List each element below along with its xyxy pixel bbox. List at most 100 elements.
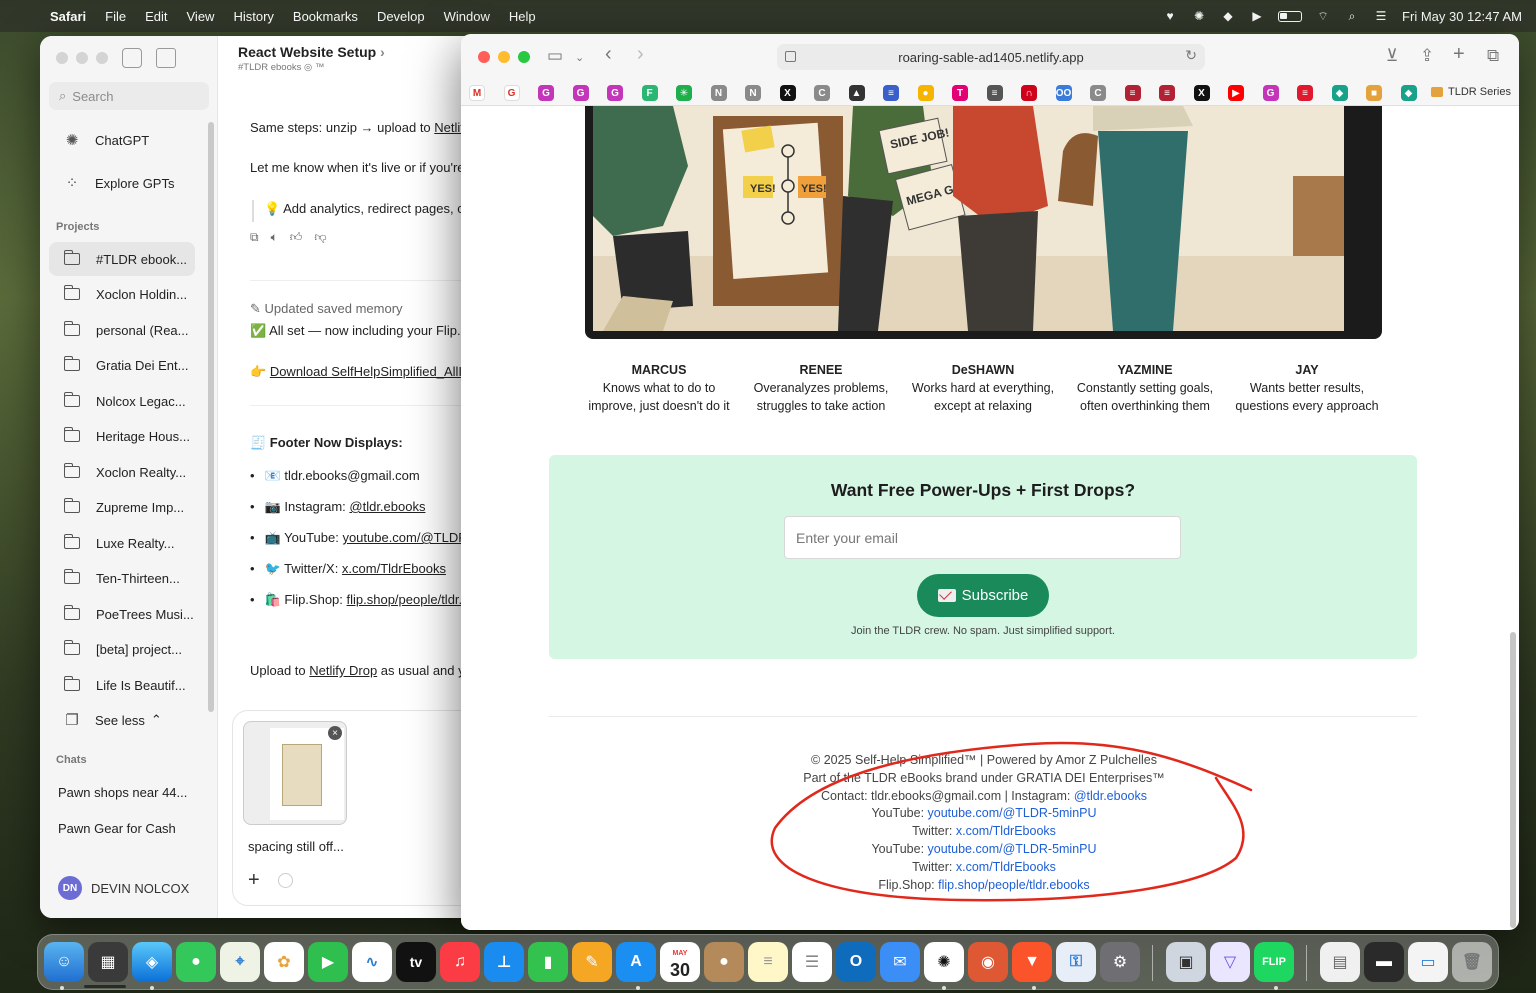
x1-favicon[interactable]: X <box>779 85 796 101</box>
photos-icon[interactable]: ✿ <box>264 942 304 982</box>
safari-icon[interactable]: ◈ <box>132 942 172 982</box>
spotlight-search-icon[interactable]: ⌕ <box>1344 9 1360 23</box>
menu-history[interactable]: History <box>233 9 273 24</box>
control-center-icon[interactable]: ☰ <box>1373 9 1389 23</box>
new-chat-icon[interactable] <box>156 48 176 68</box>
peak-favicon[interactable]: ▲ <box>848 85 865 101</box>
flag-favicon[interactable]: F <box>641 85 658 101</box>
chatgpt-app-icon[interactable]: ✺ <box>924 942 964 982</box>
menu-bookmarks[interactable]: Bookmarks <box>293 9 358 24</box>
facetime-icon[interactable]: ▶ <box>308 942 348 982</box>
project-item[interactable]: Gratia Dei Ent... <box>49 348 195 382</box>
flip-app-icon[interactable]: FLIP <box>1254 942 1294 982</box>
footer-instagram-link[interactable]: @tldr.ebooks <box>1074 789 1147 803</box>
outlook-icon[interactable]: O <box>836 942 876 982</box>
close-window-button[interactable] <box>56 52 68 64</box>
menu-develop[interactable]: Develop <box>377 9 425 24</box>
footer-flipshop-link[interactable]: flip.shop/people/tldr.ebooks <box>938 878 1090 892</box>
battery-icon[interactable] <box>1278 10 1303 22</box>
sidebar-item-explore-gpts[interactable]: ⁘ Explore GPTs <box>49 166 195 200</box>
downloads-icon[interactable]: ⊻ <box>1386 46 1398 66</box>
gmail-favicon[interactable]: M <box>469 85 485 101</box>
sidebar-toggle-icon[interactable]: ▭ <box>547 46 563 66</box>
user-profile[interactable]: DN DEVIN NOLCOX <box>58 876 189 900</box>
chat-item[interactable]: Pawn shops near 44... <box>49 775 195 809</box>
google-favicon[interactable]: G <box>503 85 520 101</box>
share-icon[interactable]: ⇪ <box>1420 46 1434 66</box>
menu-file[interactable]: File <box>105 9 126 24</box>
diamond2-favicon[interactable]: ◆ <box>1400 85 1417 101</box>
download-link[interactable]: Download SelfHelpSimplified_AllI <box>270 364 462 379</box>
n2-favicon[interactable]: N <box>745 85 761 101</box>
project-item[interactable]: Heritage Hous... <box>49 419 195 453</box>
minimize-window-button[interactable] <box>76 52 88 64</box>
shell-favicon[interactable]: ● <box>917 85 934 101</box>
back-icon[interactable]: ‹ <box>605 43 612 66</box>
memory-notice[interactable]: ✎ Updated saved memory <box>250 301 403 317</box>
menu-window[interactable]: Window <box>444 9 490 24</box>
launchpad-icon[interactable]: ▦ <box>88 942 128 982</box>
duckduckgo-icon[interactable]: ◉ <box>968 942 1008 982</box>
menu-edit[interactable]: Edit <box>145 9 167 24</box>
zoom-window-button[interactable] <box>518 51 530 63</box>
pages-icon[interactable]: ✎ <box>572 942 612 982</box>
flag2-favicon[interactable]: ≡ <box>883 85 899 101</box>
new-tab-icon[interactable]: + <box>1453 43 1465 66</box>
wifi-icon[interactable]: ⌔ <box>1315 9 1331 23</box>
recent-window-icon[interactable]: ▬ <box>1364 942 1404 982</box>
n1-favicon[interactable]: N <box>710 85 727 101</box>
layers-icon[interactable]: ◆ <box>1220 9 1236 23</box>
thumbs-down-icon[interactable]: 👎︎ <box>314 230 326 245</box>
play-icon[interactable]: ▶ <box>1249 9 1265 23</box>
footer-youtube-link[interactable]: youtube.com/@TLDR-5minPU <box>928 806 1097 820</box>
reminders-icon[interactable]: ☰ <box>792 942 832 982</box>
g4-favicon[interactable]: G <box>1262 85 1279 101</box>
youtube-link[interactable]: youtube.com/@TLDR <box>342 530 467 545</box>
usflag1-favicon[interactable]: ≡ <box>1124 85 1141 101</box>
minimize-window-button[interactable] <box>498 51 510 63</box>
preview-icon[interactable]: ▣ <box>1166 942 1206 982</box>
g2-favicon[interactable]: G <box>572 85 589 101</box>
netlify-link[interactable]: Netlif <box>434 120 464 135</box>
project-item[interactable]: Xoclon Holdin... <box>49 277 195 311</box>
instagram-link[interactable]: @tldr.ebooks <box>349 499 425 514</box>
footer-twitter-link[interactable]: x.com/TldrEbooks <box>956 824 1056 838</box>
conversation-title[interactable]: React Website Setup › <box>238 44 385 60</box>
project-item[interactable]: #TLDR ebook... <box>49 242 195 276</box>
netlify-drop-link[interactable]: Netlify Drop <box>309 663 377 678</box>
footer-youtube-link[interactable]: youtube.com/@TLDR-5minPU <box>928 842 1097 856</box>
keynote-icon[interactable]: ⊥ <box>484 942 524 982</box>
vpn-icon[interactable]: ♥ <box>1162 9 1178 23</box>
c2-favicon[interactable]: C <box>1090 85 1106 101</box>
reload-icon[interactable]: ↻ <box>1185 47 1197 64</box>
project-item[interactable]: personal (Rea... <box>49 313 195 347</box>
composer-text[interactable]: spacing still off... <box>248 839 344 854</box>
x2-favicon[interactable]: X <box>1193 85 1210 101</box>
system-settings-icon[interactable]: ⚙ <box>1100 942 1140 982</box>
maps-icon[interactable]: ⌖ <box>220 942 260 982</box>
numbers-icon[interactable]: ▮ <box>528 942 568 982</box>
project-item[interactable]: Nolcox Legac... <box>49 384 195 418</box>
flipshop-link[interactable]: flip.shop/people/tldr. <box>347 592 463 607</box>
tab-overview-icon[interactable]: ⧉ <box>1487 46 1499 66</box>
trash-icon[interactable]: 🗑︎ <box>1452 942 1492 982</box>
project-item[interactable]: Xoclon Realty... <box>49 455 195 489</box>
sidebar-scrollbar[interactable] <box>208 122 214 712</box>
menu-clock[interactable]: Fri May 30 12:47 AM <box>1402 9 1522 24</box>
document-icon[interactable]: ▤ <box>1320 942 1360 982</box>
favorites-folder-tldr-series[interactable]: TLDR Series <box>1431 86 1511 98</box>
chatgpt-status-icon[interactable]: ✺ <box>1191 9 1207 23</box>
project-item[interactable]: Life Is Beautif... <box>49 668 195 702</box>
remove-attachment-icon[interactable]: × <box>328 726 342 740</box>
copy-icon[interactable]: ⧉ <box>250 230 259 245</box>
tmobile-favicon[interactable]: T <box>952 85 968 101</box>
sidebar-item-chatgpt[interactable]: ✺ ChatGPT <box>49 123 195 157</box>
footer-twitter-link[interactable]: x.com/TldrEbooks <box>956 860 1056 874</box>
twitter-link[interactable]: x.com/TldrEbooks <box>342 561 446 576</box>
forward-icon[interactable]: › <box>637 43 644 66</box>
project-item[interactable]: Luxe Realty... <box>49 526 195 560</box>
music-icon[interactable]: ♫ <box>440 942 480 982</box>
address-bar[interactable]: roaring-sable-ad1405.netlify.app ↻ <box>777 44 1205 70</box>
thumbs-up-icon[interactable]: 👍︎ <box>290 230 303 245</box>
toggle-sidebar-icon[interactable] <box>122 48 142 68</box>
